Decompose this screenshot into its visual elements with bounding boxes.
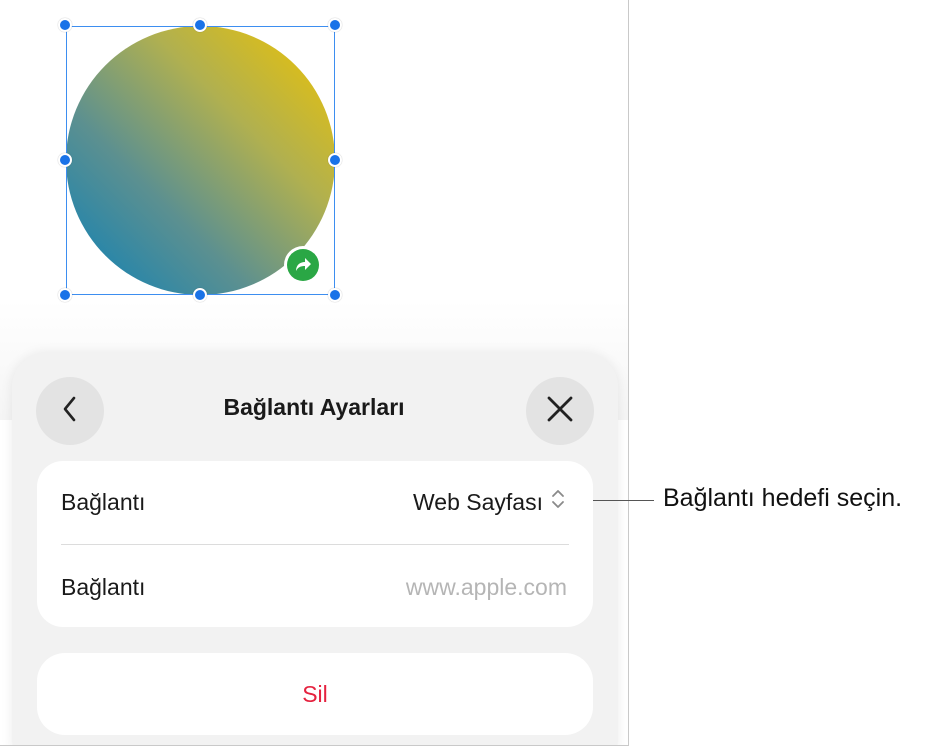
resize-handle-top[interactable] xyxy=(193,18,207,32)
link-arrow-icon xyxy=(287,249,319,281)
up-down-chevron-icon xyxy=(551,487,565,517)
resize-handle-top-right[interactable] xyxy=(328,18,342,32)
row-divider xyxy=(61,544,569,545)
link-type-select[interactable]: Web Sayfası xyxy=(413,487,565,517)
close-button[interactable] xyxy=(526,377,594,445)
device-screen: Bağlantı Ayarları Bağlantı Web Sayfası B… xyxy=(0,0,629,746)
close-icon xyxy=(546,395,574,428)
link-type-value: Web Sayfası xyxy=(413,488,543,515)
resize-handle-top-left[interactable] xyxy=(58,18,72,32)
callout-text: Bağlantı hedefi seçin. xyxy=(663,484,903,512)
resize-handle-left[interactable] xyxy=(58,153,72,167)
delete-link-button[interactable]: Sil xyxy=(37,653,593,735)
link-url-label: Bağlantı xyxy=(61,574,146,600)
link-badge[interactable] xyxy=(284,246,322,284)
callout-line xyxy=(593,500,654,501)
resize-handle-right[interactable] xyxy=(328,153,342,167)
link-type-label: Bağlantı xyxy=(61,489,146,515)
link-url-field[interactable]: www.apple.com xyxy=(406,574,567,601)
